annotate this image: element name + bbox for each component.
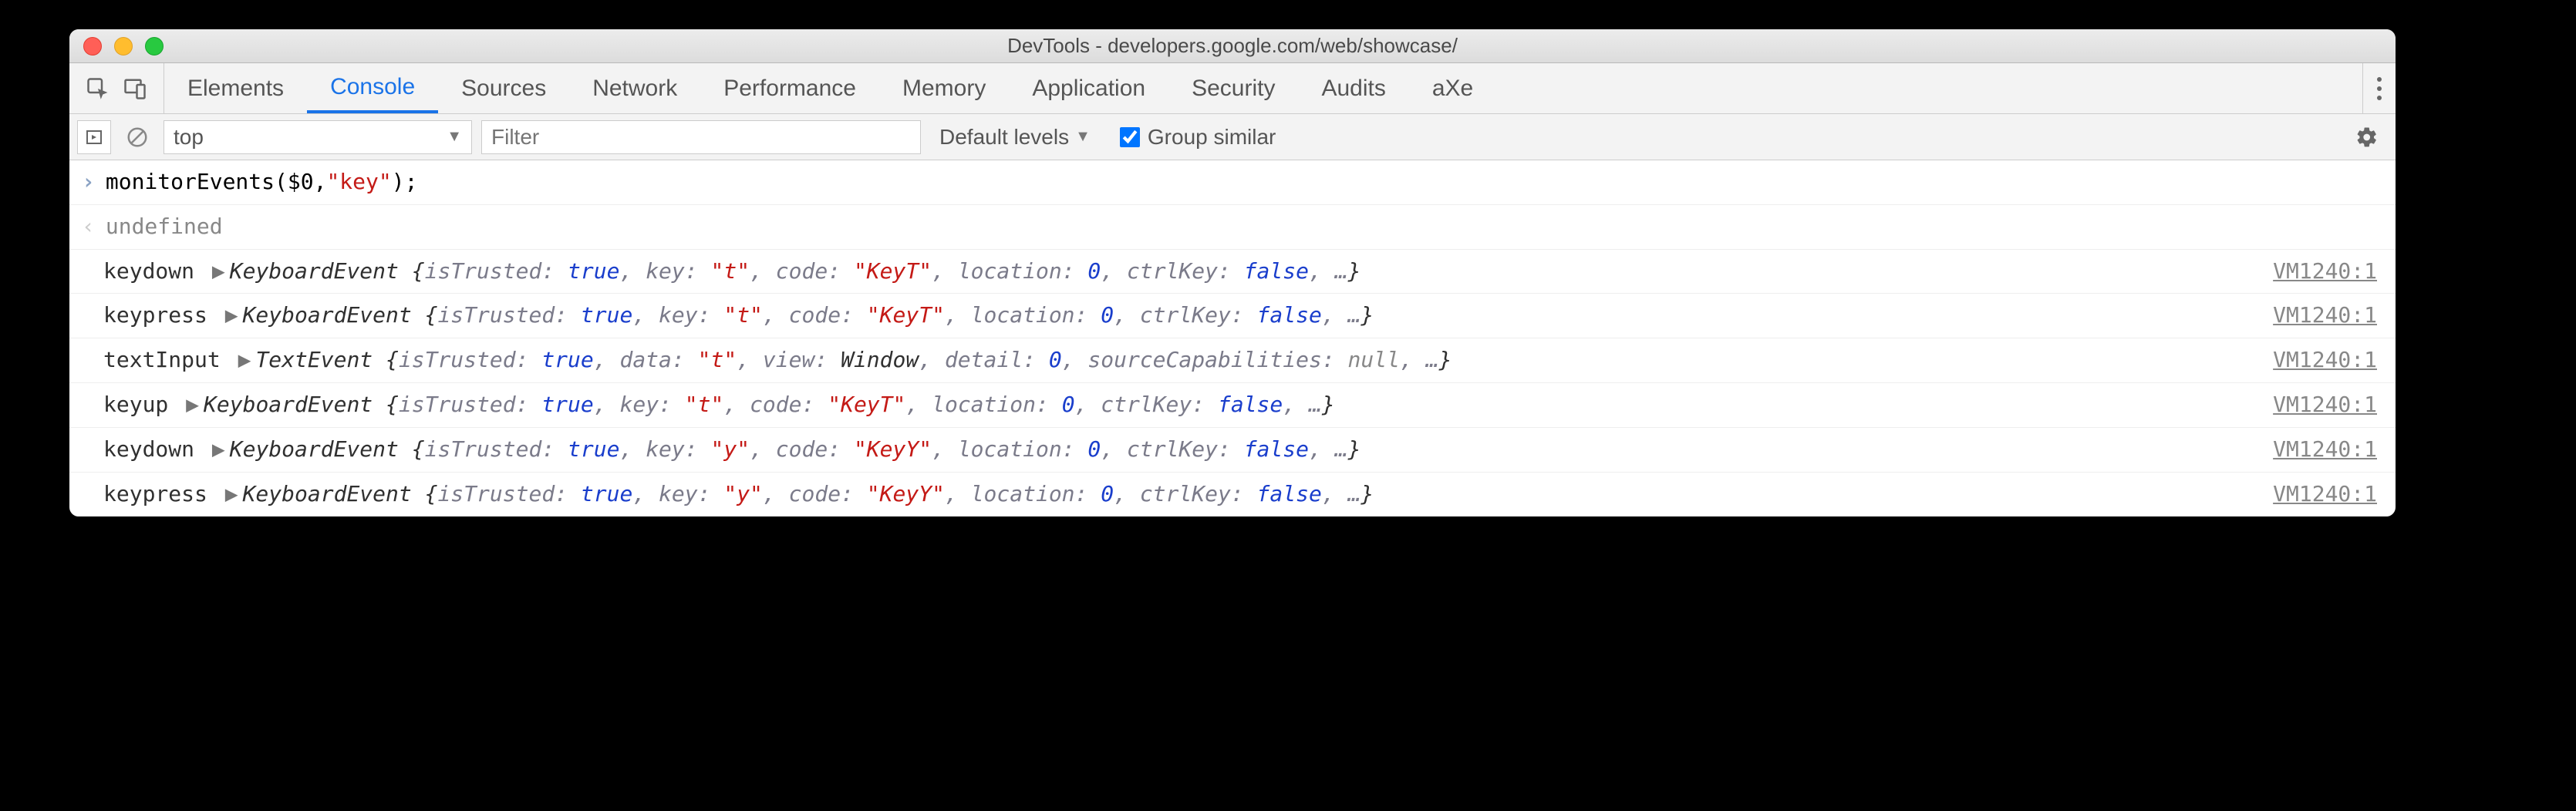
event-type: keydown (103, 258, 194, 284)
execution-context-label: top (174, 125, 204, 150)
toggle-device-toolbar-button[interactable] (123, 77, 147, 100)
chevron-down-icon: ▼ (1075, 128, 1091, 146)
console-log-row[interactable]: keydown ▶KeyboardEvent {isTrusted: true,… (69, 428, 2396, 473)
close-window-button[interactable] (83, 37, 102, 56)
tab-elements[interactable]: Elements (164, 63, 307, 113)
log-levels-select[interactable]: Default levels ▼ (930, 125, 1100, 150)
console-command-row[interactable]: monitorEvents($0, "key"); (69, 160, 2396, 205)
tab-axe[interactable]: aXe (1409, 63, 1496, 113)
console-log-row[interactable]: keypress ▶KeyboardEvent {isTrusted: true… (69, 473, 2396, 517)
kebab-icon (2377, 77, 2382, 100)
event-type: keyup (103, 392, 168, 417)
console-output: monitorEvents($0, "key"); undefined keyd… (69, 160, 2396, 517)
console-log-row[interactable]: keyup ▶KeyboardEvent {isTrusted: true, k… (69, 383, 2396, 428)
source-link[interactable]: VM1240:1 (2273, 477, 2383, 512)
expand-arrow-icon[interactable]: ▶ (212, 258, 225, 284)
inspect-element-button[interactable] (86, 77, 110, 100)
expand-arrow-icon[interactable]: ▶ (225, 481, 238, 506)
source-link[interactable]: VM1240:1 (2273, 343, 2383, 378)
source-link[interactable]: VM1240:1 (2273, 254, 2383, 289)
log-levels-label: Default levels (939, 125, 1069, 150)
clear-console-button[interactable] (120, 120, 154, 154)
filter-input[interactable] (481, 120, 921, 154)
expand-arrow-icon[interactable]: ▶ (212, 436, 225, 462)
expand-arrow-icon[interactable]: ▶ (186, 392, 199, 417)
traffic-lights (69, 37, 164, 56)
more-options-button[interactable] (2377, 77, 2382, 100)
console-log-row[interactable]: keydown ▶KeyboardEvent {isTrusted: true,… (69, 250, 2396, 294)
event-class: KeyboardEvent (230, 436, 412, 462)
group-similar-checkbox[interactable]: Group similar (1109, 125, 1276, 150)
event-type: keypress (103, 302, 207, 328)
event-class: KeyboardEvent (230, 258, 412, 284)
tab-application[interactable]: Application (1009, 63, 1168, 113)
return-value: undefined (106, 210, 223, 244)
tab-console[interactable]: Console (307, 63, 438, 113)
tab-sources[interactable]: Sources (438, 63, 569, 113)
command-arg1: "key" (326, 165, 391, 200)
titlebar: DevTools - developers.google.com/web/sho… (69, 29, 2396, 63)
tab-audits[interactable]: Audits (1298, 63, 1408, 113)
console-toolbar: top ▼ Default levels ▼ Group similar (69, 114, 2396, 160)
event-class: KeyboardEvent (243, 481, 425, 506)
event-type: keypress (103, 481, 207, 506)
console-log-row[interactable]: keypress ▶KeyboardEvent {isTrusted: true… (69, 294, 2396, 338)
tab-performance[interactable]: Performance (700, 63, 879, 113)
tabs: ElementsConsoleSourcesNetworkPerformance… (164, 63, 1496, 113)
console-log-row[interactable]: textInput ▶TextEvent {isTrusted: true, d… (69, 338, 2396, 383)
event-class: TextEvent (255, 347, 386, 372)
command-arg0: $0 (288, 165, 314, 200)
tab-memory[interactable]: Memory (879, 63, 1009, 113)
execution-context-select[interactable]: top ▼ (164, 120, 472, 154)
tab-security[interactable]: Security (1168, 63, 1298, 113)
minimize-window-button[interactable] (114, 37, 133, 56)
event-type: textInput (103, 347, 221, 372)
window-title: DevTools - developers.google.com/web/sho… (69, 34, 2396, 58)
event-class: KeyboardEvent (204, 392, 386, 417)
event-type: keydown (103, 436, 194, 462)
tab-network[interactable]: Network (569, 63, 700, 113)
console-return-row: undefined (69, 205, 2396, 250)
devtools-window: DevTools - developers.google.com/web/sho… (69, 29, 2396, 517)
expand-arrow-icon[interactable]: ▶ (238, 347, 251, 372)
source-link[interactable]: VM1240:1 (2273, 298, 2383, 333)
group-similar-label: Group similar (1148, 125, 1276, 150)
expand-arrow-icon[interactable]: ▶ (225, 302, 238, 328)
chevron-down-icon: ▼ (447, 128, 462, 146)
console-settings-button[interactable] (2354, 120, 2388, 154)
command-fn: monitorEvents (106, 165, 275, 200)
source-link[interactable]: VM1240:1 (2273, 388, 2383, 422)
group-similar-input[interactable] (1120, 127, 1140, 147)
zoom-window-button[interactable] (145, 37, 164, 56)
show-console-sidebar-button[interactable] (77, 120, 111, 154)
event-class: KeyboardEvent (243, 302, 425, 328)
panel-tabbar: ElementsConsoleSourcesNetworkPerformance… (69, 63, 2396, 114)
source-link[interactable]: VM1240:1 (2273, 432, 2383, 467)
